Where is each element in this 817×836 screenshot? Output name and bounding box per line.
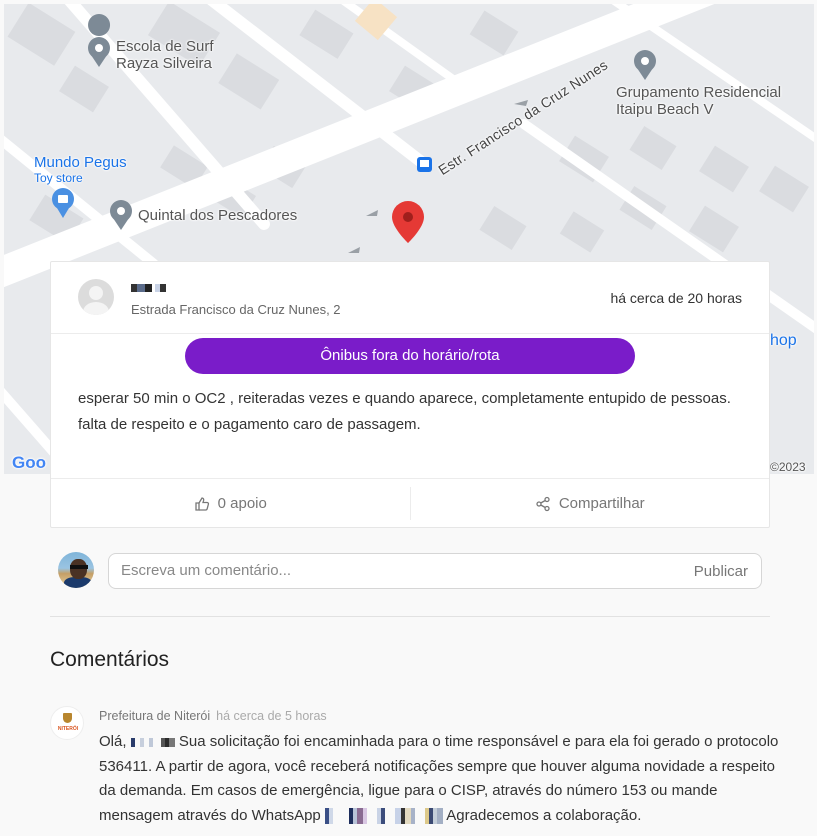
report-address: Estrada Francisco da Cruz Nunes, 2: [131, 302, 341, 317]
poi-escola-surf[interactable]: Escola de Surf Rayza Silveira: [116, 38, 214, 72]
report-header: Estrada Francisco da Cruz Nunes, 2 há ce…: [51, 262, 769, 334]
comment-input[interactable]: [121, 562, 681, 579]
poi-mundo-pegus-label: Mundo Pegus: [34, 154, 127, 171]
divider: [50, 616, 770, 617]
comment-meta: Prefeitura de Niterói há cerca de 5 horas: [99, 709, 327, 723]
poi-quintal-pescadores[interactable]: Quintal dos Pescadores: [138, 207, 297, 224]
category-badge: Ônibus fora do horário/rota: [185, 338, 635, 374]
map-copyright: ©2023: [770, 460, 806, 474]
share-label: Compartilhar: [558, 495, 645, 512]
comment-box: Publicar: [108, 553, 762, 589]
author-name-redacted: [131, 284, 181, 294]
poi-mundo-pegus[interactable]: Mundo Pegus Toy store: [34, 154, 127, 185]
share-icon: [536, 496, 550, 511]
redacted-phone: [324, 807, 443, 824]
comment-body: Olá, Sua solicitação foi encaminhada par…: [99, 730, 779, 828]
report-card: Estrada Francisco da Cruz Nunes, 2 há ce…: [50, 261, 770, 528]
poi-grupamento-residencial[interactable]: Grupamento Residencial Itaipu Beach V: [616, 84, 781, 118]
poi-escola-surf-label: Escola de Surf Rayza Silveira: [116, 38, 214, 72]
report-actions: 0 apoio Compartilhar: [51, 478, 769, 528]
google-logo: Goo: [12, 453, 46, 472]
report-description: esperar 50 min o OC2 , reiteradas vezes …: [78, 390, 731, 433]
niteroi-logo: NITERÓI: [50, 706, 84, 740]
support-button[interactable]: 0 apoio: [51, 479, 410, 528]
comment-text-2: Agradecemos a colaboração.: [446, 806, 642, 824]
poi-quintal-label: Quintal dos Pescadores: [138, 207, 298, 224]
report-time: há cerca de 20 horas: [610, 290, 742, 306]
share-button[interactable]: Compartilhar: [411, 479, 770, 528]
author-avatar: [78, 279, 114, 315]
thumbs-up-icon: [194, 496, 209, 511]
comment-time: há cerca de 5 horas: [216, 709, 327, 723]
comments-title: Comentários: [50, 648, 170, 671]
support-count: 0 apoio: [217, 495, 267, 512]
poi-mundo-pegus-subtitle: Toy store: [34, 171, 83, 185]
poi-partial-shop[interactable]: hop: [770, 332, 797, 350]
redacted-name: [130, 737, 175, 747]
current-user-avatar: [58, 552, 94, 588]
publish-button[interactable]: Publicar: [694, 563, 748, 580]
comment-author[interactable]: Prefeitura de Niterói: [99, 709, 210, 723]
poi-grupamento-label: Grupamento Residencial Itaipu Beach V: [616, 84, 782, 118]
comment-greeting: Olá,: [99, 733, 127, 750]
